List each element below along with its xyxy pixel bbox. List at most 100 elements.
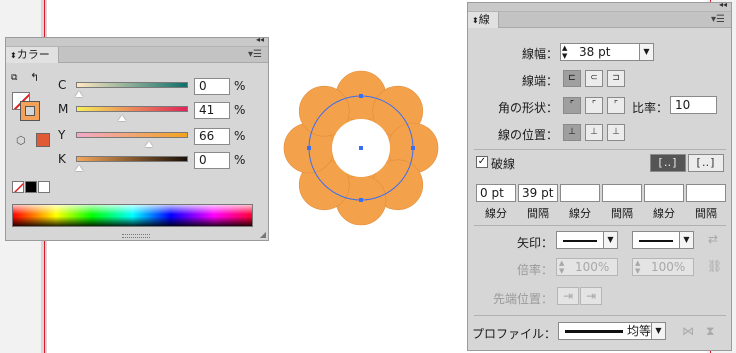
divider bbox=[474, 149, 726, 150]
dash-field-5[interactable] bbox=[686, 184, 726, 202]
arrow-tip-place-button[interactable]: ⇥ bbox=[580, 287, 602, 305]
channel-2-value[interactable]: 66 bbox=[194, 128, 230, 145]
slider-thumb[interactable] bbox=[144, 141, 153, 147]
corner-grip-icon[interactable]: ◢ bbox=[260, 230, 266, 239]
flower-shape[interactable] bbox=[282, 70, 440, 228]
divider bbox=[474, 315, 726, 316]
round-cap-button[interactable]: ⊂ bbox=[585, 70, 603, 87]
none-swatch[interactable] bbox=[12, 181, 24, 193]
channel-3-unit: % bbox=[234, 153, 246, 167]
tab-arrows-icon: ⬍ bbox=[10, 51, 17, 60]
dash-label-0: 線分 bbox=[485, 207, 507, 220]
arrow-label: 矢印： bbox=[516, 236, 553, 250]
align-center-button[interactable]: ⊥ bbox=[563, 124, 581, 141]
black-swatch[interactable] bbox=[25, 181, 37, 193]
divider bbox=[474, 225, 726, 226]
round-join-button[interactable]: ⌜ bbox=[585, 97, 603, 114]
join-label: 角の形状： bbox=[497, 101, 558, 115]
anchor-point[interactable] bbox=[411, 146, 415, 150]
weight-label: 線幅： bbox=[521, 47, 558, 61]
chevron-down-icon: ▼ bbox=[651, 323, 665, 339]
tab-bar: ⬍線 ▾☰ bbox=[468, 12, 731, 28]
center-point[interactable] bbox=[359, 146, 363, 150]
link-scale-icon[interactable]: ⛓ bbox=[707, 259, 722, 273]
channel-1-label: M bbox=[58, 102, 69, 116]
dash-field-4[interactable] bbox=[644, 184, 684, 202]
channel-0-slider[interactable] bbox=[75, 82, 188, 97]
slider-thumb[interactable] bbox=[75, 91, 83, 97]
channel-1-slider[interactable] bbox=[76, 106, 188, 121]
tab-color[interactable]: ⬍カラー bbox=[6, 47, 59, 63]
channel-3-label: K bbox=[58, 152, 66, 166]
cube-icon: ⬡ bbox=[16, 134, 26, 147]
projecting-cap-button[interactable]: ⊐ bbox=[607, 70, 625, 87]
dash-label-5: 間隔 bbox=[695, 207, 717, 220]
current-color-swatch[interactable] bbox=[36, 133, 50, 147]
panel-header: ◂◂ bbox=[6, 35, 268, 47]
butt-cap-button[interactable]: ⊏ bbox=[563, 70, 581, 87]
chevron-down-icon: ▼ bbox=[679, 232, 693, 248]
collapse-icon[interactable]: ◂◂ bbox=[719, 0, 727, 9]
dash-field-3[interactable] bbox=[602, 184, 642, 202]
slider-thumb[interactable] bbox=[75, 165, 83, 171]
panel-menu-icon[interactable]: ▾☰ bbox=[711, 14, 725, 25]
anchor-point[interactable] bbox=[359, 94, 363, 98]
dash-label-1: 間隔 bbox=[527, 207, 549, 220]
swap-colors-icon[interactable]: ↰ bbox=[30, 71, 39, 84]
panel-menu-icon[interactable]: ▾☰ bbox=[248, 49, 262, 60]
color-panel: ◂◂ ⬍カラー ▾☰ ⧉ ↰ ⬡ C 0% M 41% Y 66% K 0% ◢ bbox=[5, 35, 269, 241]
align-inside-button[interactable]: ⊥ bbox=[585, 124, 603, 141]
arrow-tip-extend-button[interactable]: ⇥ bbox=[557, 287, 579, 305]
start-scale-field[interactable]: ▲ ▼ 100% bbox=[556, 258, 618, 276]
channel-2-label: Y bbox=[58, 128, 66, 142]
end-arrow-select[interactable]: ▼ bbox=[632, 231, 694, 249]
channel-1-unit: % bbox=[234, 103, 246, 117]
flip-horizontal-icon[interactable]: ⋈ bbox=[682, 324, 694, 338]
white-swatch[interactable] bbox=[38, 181, 50, 193]
channel-3-value[interactable]: 0 bbox=[194, 152, 230, 169]
channel-3-slider[interactable] bbox=[75, 156, 188, 171]
resize-grip[interactable] bbox=[122, 234, 150, 238]
color-spectrum[interactable] bbox=[12, 204, 253, 227]
swap-arrows-icon[interactable]: ⇄ bbox=[708, 232, 718, 246]
default-colors-icon[interactable]: ⧉ bbox=[11, 73, 21, 83]
profile-label: プロファイル： bbox=[472, 327, 557, 341]
limit-field[interactable]: 10 bbox=[670, 96, 717, 114]
panel-header: ◂◂ bbox=[468, 0, 731, 12]
collapse-icon[interactable]: ◂◂ bbox=[256, 35, 264, 44]
dash-field-0[interactable]: 0 pt bbox=[476, 184, 516, 202]
bevel-join-button[interactable]: ⌜ bbox=[607, 97, 625, 114]
channel-0-value[interactable]: 0 bbox=[194, 78, 230, 95]
slider-thumb[interactable] bbox=[118, 115, 127, 121]
weight-stepper-icon[interactable]: ▲ ▼ bbox=[562, 44, 567, 60]
anchor-point[interactable] bbox=[307, 146, 311, 150]
channel-0-label: C bbox=[58, 78, 67, 92]
tab-arrows-icon: ⬍ bbox=[472, 16, 479, 25]
chevron-down-icon[interactable]: ▼ bbox=[639, 44, 653, 60]
channel-2-slider[interactable] bbox=[76, 132, 188, 147]
miter-join-button[interactable]: ⌜ bbox=[563, 97, 581, 114]
stroke-panel: ◂◂ ⬍線 ▾☰ 線幅： ▲ ▼ 38 pt ▼ 線端： ⊏ ⊂ ⊐ 角の形状： … bbox=[467, 0, 732, 351]
channel-1-value[interactable]: 41 bbox=[194, 102, 230, 119]
tab-stroke[interactable]: ⬍線 bbox=[468, 12, 499, 28]
chevron-down-icon: ▼ bbox=[603, 232, 617, 248]
align-outside-button[interactable]: ⊥ bbox=[607, 124, 625, 141]
scale-label: 倍率： bbox=[516, 263, 553, 277]
stepper-icon: ▲ ▼ bbox=[635, 259, 641, 275]
start-arrow-select[interactable]: ▼ bbox=[556, 231, 618, 249]
dash-align-corners-button[interactable]: [‥] bbox=[688, 154, 724, 172]
dash-label-3: 間隔 bbox=[611, 207, 633, 220]
end-scale-field[interactable]: ▲ ▼ 100% bbox=[632, 258, 694, 276]
profile-select[interactable]: 均等 ▼ bbox=[558, 322, 666, 340]
dash-preserve-button[interactable]: [‥] bbox=[650, 154, 686, 172]
dashed-checkbox[interactable]: ✓ bbox=[476, 156, 488, 168]
tab-bar: ⬍カラー ▾☰ bbox=[6, 47, 268, 63]
dash-field-1[interactable]: 39 pt bbox=[518, 184, 558, 202]
anchor-point[interactable] bbox=[359, 198, 363, 202]
dash-label-2: 線分 bbox=[569, 207, 591, 220]
stroke-swatch[interactable] bbox=[20, 101, 40, 121]
dash-field-2[interactable] bbox=[560, 184, 600, 202]
weight-field[interactable]: ▲ ▼ 38 pt ▼ bbox=[560, 43, 654, 61]
flip-vertical-icon[interactable]: ⧗ bbox=[706, 324, 714, 339]
channel-0-unit: % bbox=[234, 79, 246, 93]
